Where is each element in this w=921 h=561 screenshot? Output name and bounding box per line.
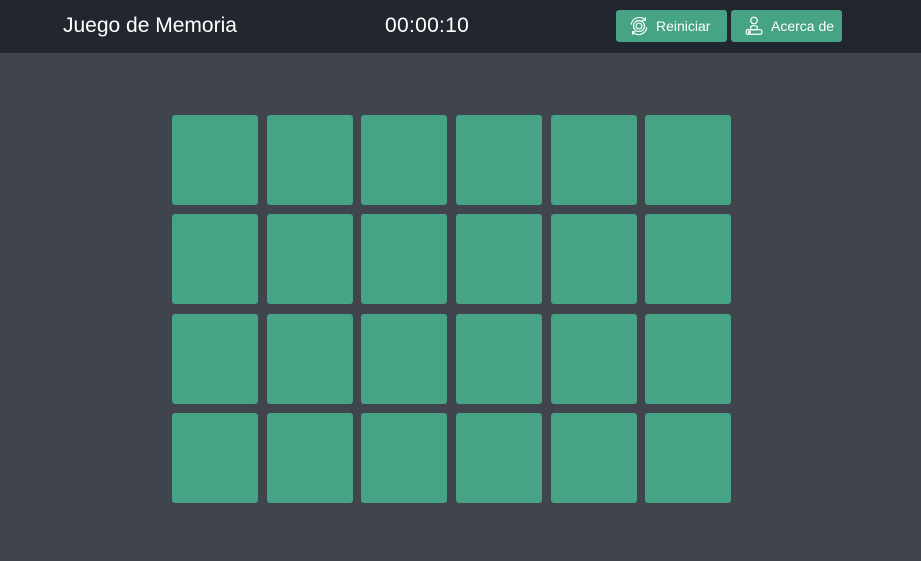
memory-card[interactable] [550,412,637,503]
memory-card[interactable] [456,115,543,205]
memory-card[interactable] [266,412,353,503]
memory-card[interactable] [361,115,448,205]
about-button[interactable]: Acerca de [731,10,842,42]
memory-card[interactable] [550,214,637,305]
memory-card[interactable] [266,115,353,205]
top-bar: Juego de Memoria 00:00:10 Reiniciar Acer… [0,0,921,53]
person-icon [743,15,765,37]
about-label: Acerca de [771,18,835,34]
memory-card[interactable] [266,214,353,305]
memory-board [172,115,732,503]
memory-card[interactable] [361,412,448,503]
memory-card[interactable] [456,412,543,503]
memory-card[interactable] [645,313,732,404]
memory-card[interactable] [645,412,732,503]
memory-card[interactable] [645,214,732,305]
memory-card[interactable] [172,412,258,503]
memory-card[interactable] [361,313,448,404]
game-title: Juego de Memoria [63,14,237,37]
memory-card[interactable] [172,214,258,305]
memory-card[interactable] [172,313,258,404]
memory-card[interactable] [550,313,637,404]
memory-card[interactable] [172,115,258,205]
memory-card[interactable] [456,313,543,404]
memory-card[interactable] [456,214,543,305]
restart-label: Reiniciar [656,18,711,34]
memory-card[interactable] [645,115,732,205]
memory-card[interactable] [550,115,637,205]
memory-card[interactable] [361,214,448,305]
memory-card[interactable] [266,313,353,404]
game-timer: 00:00:10 [385,14,470,37]
refresh-icon [628,15,650,37]
restart-button[interactable]: Reiniciar [616,10,727,42]
